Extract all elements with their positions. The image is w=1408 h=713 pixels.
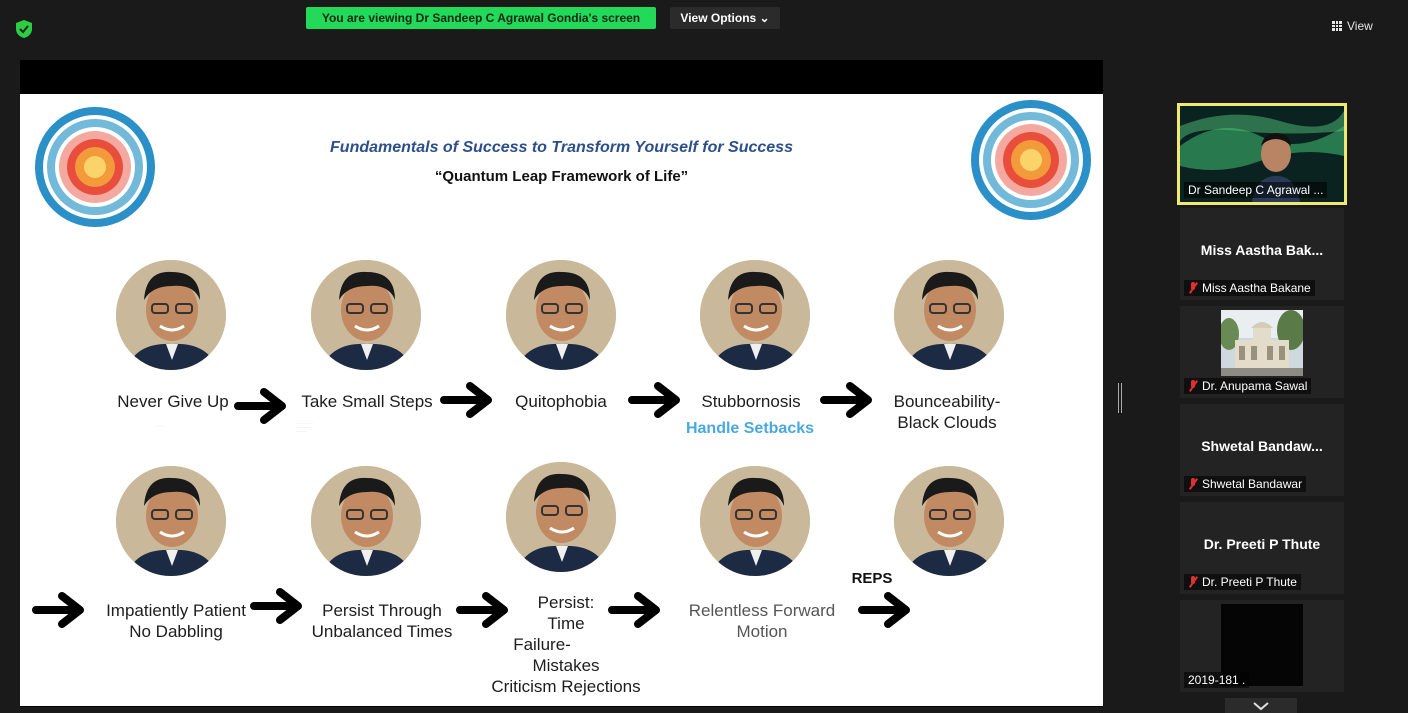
tiny-note: ················· ················· ······… — [296, 421, 313, 433]
target-icon — [971, 100, 1091, 220]
viewing-screen-banner: You are viewing Dr Sandeep C Agrawal Gon… — [306, 7, 656, 29]
participant-tile-active-speaker[interactable]: Dr Sandeep C Agrawal ... — [1177, 103, 1347, 205]
arrow-right-icon — [32, 592, 84, 628]
participant-caption: Miss Aastha Bakane — [1184, 280, 1315, 296]
presentation-slide: Fundamentals of Success to Transform You… — [20, 94, 1103, 706]
participant-caption: Dr. Preeti P Thute — [1184, 574, 1301, 590]
step-label-line: Mistakes — [532, 656, 600, 675]
participant-tile[interactable]: 2019-181 . — [1180, 600, 1344, 692]
reps-label: REPS — [851, 570, 893, 587]
target-icon — [35, 107, 155, 227]
step-label: Bounceability- — [893, 392, 1001, 411]
participant-profile-photo — [1221, 310, 1303, 376]
participant-name: Shwetal Bandawar — [1202, 477, 1303, 491]
step-label: Persist Through — [322, 601, 442, 620]
speaker-portrait — [116, 466, 226, 576]
step-label: Relentless Forward — [688, 601, 836, 620]
participant-name: Dr. Preeti P Thute — [1202, 575, 1297, 589]
step-label-line: Failure- — [513, 635, 571, 654]
step-label: Never Give Up — [117, 392, 229, 411]
step-label: Stubbornosis — [701, 392, 801, 411]
step-label: Quitophobia — [515, 392, 607, 411]
participant-name: Dr Sandeep C Agrawal ... — [1188, 183, 1324, 197]
chevron-down-icon — [1253, 702, 1269, 711]
participant-name: Miss Aastha Bakane — [1202, 281, 1311, 295]
participant-tile[interactable]: Shwetal Bandaw... Shwetal Bandawar — [1180, 404, 1344, 496]
arrow-right-icon — [858, 592, 910, 628]
participant-tile[interactable]: Dr. Anupama Sawal — [1180, 306, 1344, 398]
step-label-line2: No Dabbling — [129, 622, 223, 641]
step-sublabel: Handle Setbacks — [685, 420, 815, 437]
shield-check-icon[interactable] — [16, 20, 32, 38]
participant-caption: 2019-181 . — [1184, 672, 1250, 688]
participant-tile[interactable]: Miss Aastha Bak... Miss Aastha Bakane — [1180, 208, 1344, 300]
arrow-right-icon — [608, 592, 660, 628]
mic-muted-icon — [1188, 576, 1198, 588]
speaker-portrait — [506, 260, 616, 370]
participant-tile[interactable]: Dr. Preeti P Thute Dr. Preeti P Thute — [1180, 502, 1344, 594]
panel-resize-handle[interactable] — [1118, 383, 1122, 413]
participant-caption: Shwetal Bandawar — [1184, 476, 1307, 492]
participant-display-name: Shwetal Bandaw... — [1201, 438, 1323, 454]
speaker-portrait — [116, 260, 226, 370]
speaker-portrait — [894, 466, 1004, 576]
meeting-top-bar: You are viewing Dr Sandeep C Agrawal Gon… — [0, 0, 1408, 56]
tiny-note: ········ — [156, 424, 164, 428]
participant-display-name: Dr. Preeti P Thute — [1203, 536, 1321, 552]
speaker-portrait — [506, 462, 616, 572]
slide-title: Fundamentals of Success to Transform You… — [330, 139, 793, 156]
participant-display-name: Miss Aastha Bak... — [1200, 242, 1324, 258]
slide-subtitle: “Quantum Leap Framework of Life” — [434, 168, 689, 185]
mic-muted-icon — [1188, 380, 1198, 392]
speaker-portrait — [311, 260, 421, 370]
speaker-portrait — [700, 466, 810, 576]
step-label-line2: Black Clouds — [897, 413, 997, 432]
participant-name: Dr. Anupama Sawal — [1202, 379, 1308, 393]
view-options-button[interactable]: View Options ⌄ — [670, 7, 780, 29]
view-button-label: View — [1347, 19, 1373, 33]
step-label-line2: Unbalanced Times — [311, 622, 453, 641]
step-label: Take Small Steps — [301, 392, 433, 411]
step-label: Impatiently Patient — [106, 601, 246, 620]
grid-view-icon — [1332, 21, 1342, 31]
participant-caption: Dr Sandeep C Agrawal ... — [1184, 182, 1328, 198]
participant-caption: Dr. Anupama Sawal — [1184, 378, 1312, 394]
scroll-down-button[interactable] — [1225, 698, 1297, 713]
step-label-line: Criticism Rejections — [491, 677, 641, 696]
participant-name: 2019-181 . — [1188, 673, 1246, 687]
mic-muted-icon — [1188, 478, 1198, 490]
arrow-right-icon — [628, 382, 680, 418]
step-label-line2: Motion — [736, 622, 788, 641]
speaker-portrait — [311, 466, 421, 576]
mic-muted-icon — [1188, 282, 1198, 294]
arrow-right-icon — [440, 382, 492, 418]
arrow-right-icon — [250, 588, 302, 624]
view-layout-button[interactable]: View — [1332, 15, 1392, 37]
arrow-right-icon — [820, 382, 872, 418]
arrow-right-icon — [234, 388, 286, 424]
speaker-portrait — [700, 260, 810, 370]
speaker-portrait — [894, 260, 1004, 370]
